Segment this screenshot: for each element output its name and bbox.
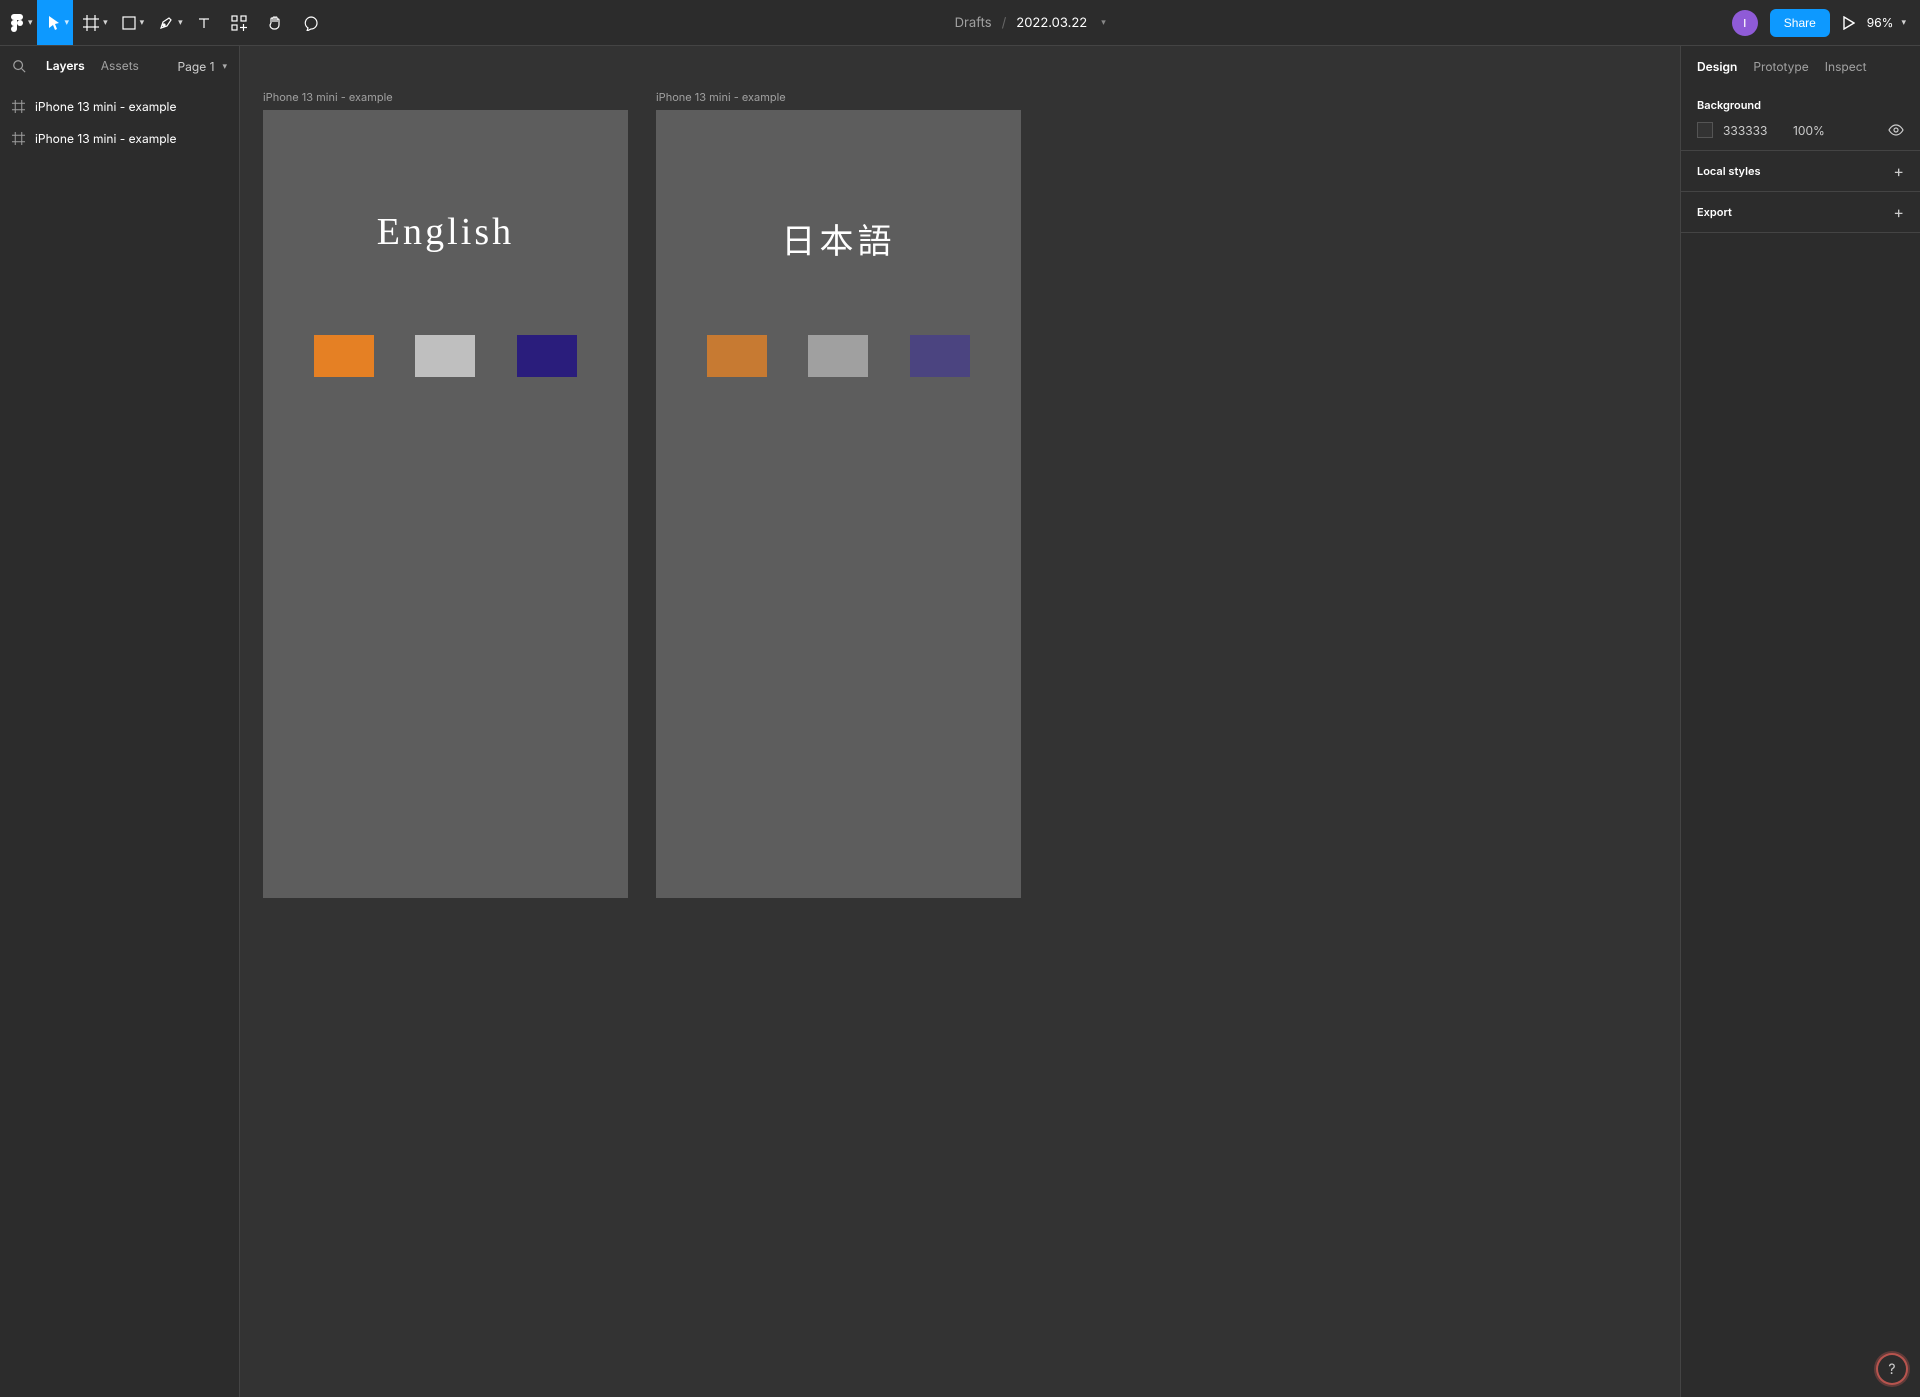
search-icon[interactable] (12, 59, 26, 73)
page-picker[interactable]: Page 1 ▾ (177, 59, 227, 74)
background-swatch[interactable] (1697, 122, 1713, 138)
layer-item[interactable]: iPhone 13 mini - example (0, 122, 239, 154)
background-opacity[interactable]: 100% (1793, 123, 1825, 138)
help-button[interactable]: ? (1878, 1355, 1906, 1383)
layer-item[interactable]: iPhone 13 mini - example (0, 90, 239, 122)
tab-inspect[interactable]: Inspect (1825, 59, 1867, 74)
tab-assets[interactable]: Assets (101, 58, 139, 75)
frame-title: 日本語 (656, 214, 1021, 263)
left-panel: Layers Assets Page 1 ▾ iPhone 13 mini - … (0, 46, 240, 1397)
pen-tool-button[interactable]: ▾ (148, 0, 187, 45)
frame-tool-button[interactable]: ▾ (73, 0, 112, 45)
share-button[interactable]: Share (1770, 9, 1830, 37)
frame-icon (83, 15, 99, 31)
swatch-row (263, 335, 628, 377)
text-tool-button[interactable] (187, 0, 221, 45)
resources-icon (231, 15, 247, 31)
hand-icon (267, 15, 283, 31)
top-toolbar: ▾ ▾ ▾ ▾ ▾ Drafts / (0, 0, 1920, 46)
comment-icon (303, 15, 319, 31)
swatch-row (656, 335, 1021, 377)
frame-wrap: iPhone 13 mini - example English (263, 90, 628, 898)
background-label: Background (1697, 98, 1904, 112)
frame[interactable]: English (263, 110, 628, 898)
tab-layers[interactable]: Layers (46, 58, 85, 75)
chevron-down-icon: ▾ (178, 17, 183, 28)
frame-wrap: iPhone 13 mini - example 日本語 (656, 90, 1021, 898)
rectangle-icon (122, 16, 136, 30)
frame-title: English (263, 210, 628, 254)
tab-design[interactable]: Design (1697, 59, 1737, 74)
avatar-letter: I (1743, 16, 1746, 30)
zoom-label: 96% (1867, 15, 1894, 30)
layer-name: iPhone 13 mini - example (35, 99, 176, 114)
hand-tool-button[interactable] (257, 0, 293, 45)
right-panel: Design Prototype Inspect Background 3333… (1680, 46, 1920, 1397)
eye-icon (1888, 122, 1904, 138)
play-icon (1842, 16, 1855, 30)
frame-icon (12, 132, 25, 145)
visibility-toggle[interactable] (1888, 122, 1904, 138)
toolbar-right: I Share 96% ▾ (1732, 0, 1920, 45)
move-tool-button[interactable]: ▾ (37, 0, 74, 45)
page-label: Page 1 (177, 59, 214, 74)
chevron-down-icon: ▾ (140, 17, 145, 28)
chevron-down-icon: ▾ (103, 17, 108, 28)
background-row: 333333 100% (1697, 122, 1904, 138)
add-export-button[interactable]: + (1893, 204, 1904, 220)
help-icon: ? (1888, 1361, 1895, 1378)
chevron-down-icon: ▾ (1901, 17, 1906, 28)
layer-list: iPhone 13 mini - example iPhone 13 mini … (0, 86, 239, 158)
zoom-picker[interactable]: 96% ▾ (1867, 15, 1906, 30)
figma-menu-button[interactable]: ▾ (0, 0, 37, 45)
comment-tool-button[interactable] (293, 0, 329, 45)
swatch[interactable] (808, 335, 868, 377)
local-styles-label: Local styles (1697, 164, 1761, 178)
present-button[interactable] (1842, 16, 1855, 30)
pen-icon (158, 15, 174, 31)
swatch[interactable] (517, 335, 577, 377)
swatch[interactable] (910, 335, 970, 377)
chevron-down-icon[interactable]: ▾ (1101, 17, 1106, 28)
export-label: Export (1697, 205, 1732, 219)
toolbar-tools: ▾ ▾ ▾ ▾ ▾ (0, 0, 329, 45)
export-section: Export + (1681, 192, 1920, 233)
breadcrumb-root[interactable]: Drafts (955, 15, 992, 31)
frame[interactable]: 日本語 (656, 110, 1021, 898)
breadcrumb-separator: / (1002, 15, 1007, 31)
background-section: Background 333333 100% (1681, 86, 1920, 151)
swatch[interactable] (707, 335, 767, 377)
canvas[interactable]: iPhone 13 mini - exampleEnglishiPhone 13… (240, 46, 1680, 1397)
tab-prototype[interactable]: Prototype (1753, 59, 1808, 74)
layer-name: iPhone 13 mini - example (35, 131, 176, 146)
move-cursor-icon (47, 15, 61, 31)
chevron-down-icon: ▾ (28, 17, 33, 28)
text-icon (197, 16, 211, 30)
document-name[interactable]: 2022.03.22 (1016, 15, 1087, 31)
left-panel-tabs: Layers Assets Page 1 ▾ (0, 46, 239, 86)
avatar[interactable]: I (1732, 10, 1758, 36)
background-hex[interactable]: 333333 (1723, 123, 1783, 138)
swatch[interactable] (314, 335, 374, 377)
local-styles-section: Local styles + (1681, 151, 1920, 192)
right-panel-tabs: Design Prototype Inspect (1681, 46, 1920, 86)
frame-label[interactable]: iPhone 13 mini - example (263, 90, 628, 104)
breadcrumb: Drafts / 2022.03.22 ▾ (329, 0, 1732, 45)
shape-tool-button[interactable]: ▾ (112, 0, 149, 45)
chevron-down-icon: ▾ (65, 17, 70, 28)
chevron-down-icon: ▾ (222, 61, 227, 72)
frame-icon (12, 100, 25, 113)
add-style-button[interactable]: + (1893, 163, 1904, 179)
swatch[interactable] (415, 335, 475, 377)
resources-button[interactable] (221, 0, 257, 45)
frame-label[interactable]: iPhone 13 mini - example (656, 90, 1021, 104)
figma-logo-icon (10, 13, 24, 33)
